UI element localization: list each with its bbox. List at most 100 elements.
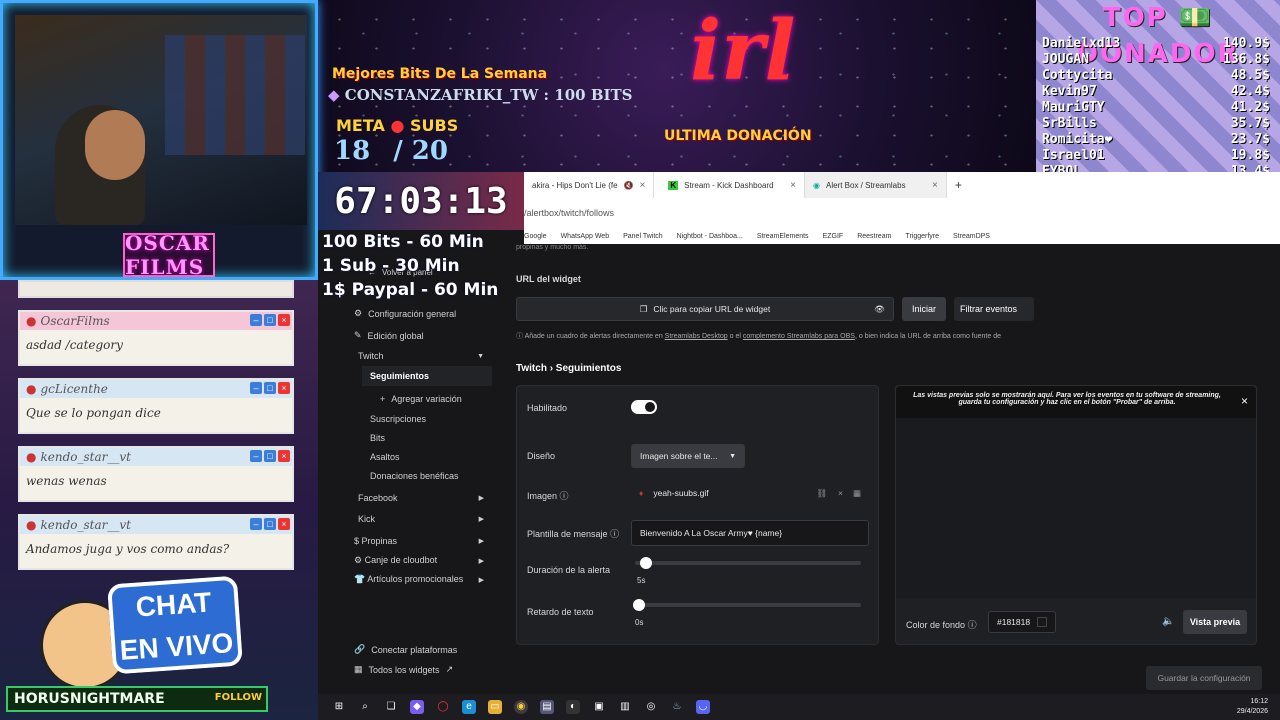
preview-button[interactable]: Vista previa [1183,610,1247,634]
bookmark-item[interactable]: StreamDPS [953,233,990,240]
tab-streamlabs[interactable]: ◉ Alert Box / Streamlabs × [805,172,947,198]
discord-icon[interactable]: ◡ [696,700,710,714]
sidebar-label: Kick [358,514,376,524]
bookmark-item[interactable]: Google [524,233,547,240]
close-icon[interactable]: × [640,180,646,191]
widget-url-field[interactable]: ❐ Clic para copiar URL de widget 👁 [516,297,894,321]
bookmark-item[interactable]: StreamElements [757,233,809,240]
delay-slider[interactable] [633,599,861,611]
sidebar-item-raids[interactable]: Asaltos [370,452,400,462]
minimize-icon[interactable]: – [250,314,262,326]
maximize-icon[interactable]: □ [264,382,276,394]
record-icon[interactable]: ◎ [644,700,658,714]
bookmark-item[interactable]: Reestream [857,233,891,240]
sidebar-item-all-widgets[interactable]: ▦ Todos los widgets ↗ [354,664,453,675]
bookmark-item[interactable]: WhatsApp Web [561,233,610,240]
new-tab-button[interactable]: + [947,172,970,198]
chat-username: OscarFilms [40,314,110,328]
sidebar-item-connect[interactable]: 🔗 Conectar plataformas [354,644,457,655]
close-icon[interactable]: × [790,180,796,191]
add-variation-button[interactable]: + Agregar variación [380,394,462,404]
task-view-icon[interactable]: ❏ [384,700,398,714]
search-icon[interactable]: ⌕ [358,700,372,714]
grid-icon[interactable]: ▦ [853,488,861,499]
donor-amount: 19.8$ [1230,148,1270,163]
close-icon[interactable]: × [278,518,290,530]
maximize-icon[interactable]: □ [264,450,276,462]
tab-music[interactable]: akira - Hips Don't Lie (fe 🔇 × [524,172,655,198]
windows-start-icon[interactable]: ⊞ [332,700,346,714]
close-icon[interactable]: × [278,314,290,326]
sidebar-label: Seguimientos [370,371,430,381]
start-button[interactable]: Iniciar [902,297,946,321]
address-bar[interactable]: /alertbox/twitch/follows [524,198,1280,228]
design-select[interactable]: Imagen sobre el te... ▼ [631,444,745,468]
bookmark-item[interactable]: Nightbot - Dashboa... [677,233,743,240]
chat-message: ● OscarFilms – □ × asdad /category [18,310,294,366]
chevron-right-icon: ▶ [478,538,484,545]
copy-icon: ❐ [639,303,648,314]
bg-color-value: #181818 [997,617,1031,627]
slider-knob[interactable] [633,599,645,611]
bookmark-item[interactable]: Triggerfyre [905,233,939,240]
sidebar-item-kick[interactable]: Kick ▶ [350,514,492,524]
app-icon[interactable]: ▤ [540,700,554,714]
edge-icon[interactable]: e [462,700,476,714]
close-icon[interactable]: × [278,382,290,394]
folder-icon[interactable]: ▭ [488,700,502,714]
sidebar-item-twitch[interactable]: Twitch ▼ [350,348,492,364]
chrome-icon[interactable]: ◉ [514,700,528,714]
close-icon[interactable]: × [838,488,843,498]
minimize-icon[interactable]: – [250,450,262,462]
sidebar-item-bits[interactable]: Bits [370,433,385,443]
sidebar-label: Configuración general [368,308,457,319]
steam-icon[interactable]: ♨ [670,700,684,714]
sidebar-item-merch[interactable]: 👕 Artículos promocionales ▶ [354,574,492,585]
close-icon[interactable]: × [278,450,290,462]
slider-knob[interactable] [639,557,652,569]
minimize-icon[interactable]: – [250,518,262,530]
link-icon[interactable]: ⛓ [816,488,827,499]
app-icon[interactable]: ▣ [592,700,606,714]
rule-paypal: 1$ Paypal - 60 Min [322,280,499,300]
bookmark-item[interactable]: EZGIF [823,233,844,240]
tab-kick[interactable]: K Stream - Kick Dashboard × [654,172,805,198]
maximize-icon[interactable]: □ [264,314,276,326]
sidebar-item-follows[interactable]: Seguimientos [362,366,492,386]
save-settings-button[interactable]: Guardar la configuración [1146,666,1262,690]
enabled-toggle[interactable] [631,400,657,414]
eye-icon[interactable]: 👁 [874,304,885,315]
opera-icon[interactable]: ◯ [436,700,450,714]
close-icon[interactable]: × [1241,394,1248,408]
streamlabs-app: ← Volver a panel ⚙ Configuración general ✎… [318,244,1280,694]
link-obs[interactable]: complemento Streamlabs para OBS [743,333,855,340]
bg-color-label: Color de fondo ⓘ [906,618,977,631]
sidebar-item-cloudbot[interactable]: ⚙ Canje de cloudbot ▶ [354,555,492,566]
minimize-icon[interactable]: – [250,382,262,394]
copilot-icon[interactable]: ◆ [410,700,424,714]
bookmark-item[interactable]: Panel Twitch [623,233,663,240]
duration-slider[interactable] [635,557,861,569]
donor-name: Israel01 [1042,148,1105,163]
sidebar-item-tips-inner: $ Propinas [354,536,397,546]
gif-thumbnail-icon: ♦ [639,488,644,498]
dollar-icon: $ [354,536,360,546]
obs-icon[interactable]: ◐ [566,700,580,714]
volume-icon[interactable]: 🔈 [1162,616,1174,627]
sidebar-item-tips[interactable]: $ Propinas ▶ [354,536,492,546]
app-icon[interactable]: ▥ [618,700,632,714]
image-field[interactable]: ♦ yeah-suubs.gif ⛓ × ▦ [631,481,867,505]
sidebar-item-subs[interactable]: Suscripciones [370,414,426,424]
sidebar-item-facebook[interactable]: Facebook ▶ [350,493,492,503]
sidebar-item-global[interactable]: ✎ Edición global [354,330,424,341]
sidebar-item-general[interactable]: ⚙ Configuración general [354,308,456,319]
close-icon[interactable]: × [932,180,938,191]
sidebar-item-donations[interactable]: Donaciones benéficas [370,471,459,481]
link-desktop[interactable]: Streamlabs Desktop [665,333,728,340]
bg-color-input[interactable]: #181818 [988,611,1056,633]
template-input[interactable]: Bienvenido A La Oscar Army♥ {name} [631,520,869,546]
info-icon: ⓘ [559,491,569,501]
filter-events-button[interactable]: Filtrar eventos [954,297,1034,321]
subs-current: 18 [334,136,371,166]
maximize-icon[interactable]: □ [264,518,276,530]
